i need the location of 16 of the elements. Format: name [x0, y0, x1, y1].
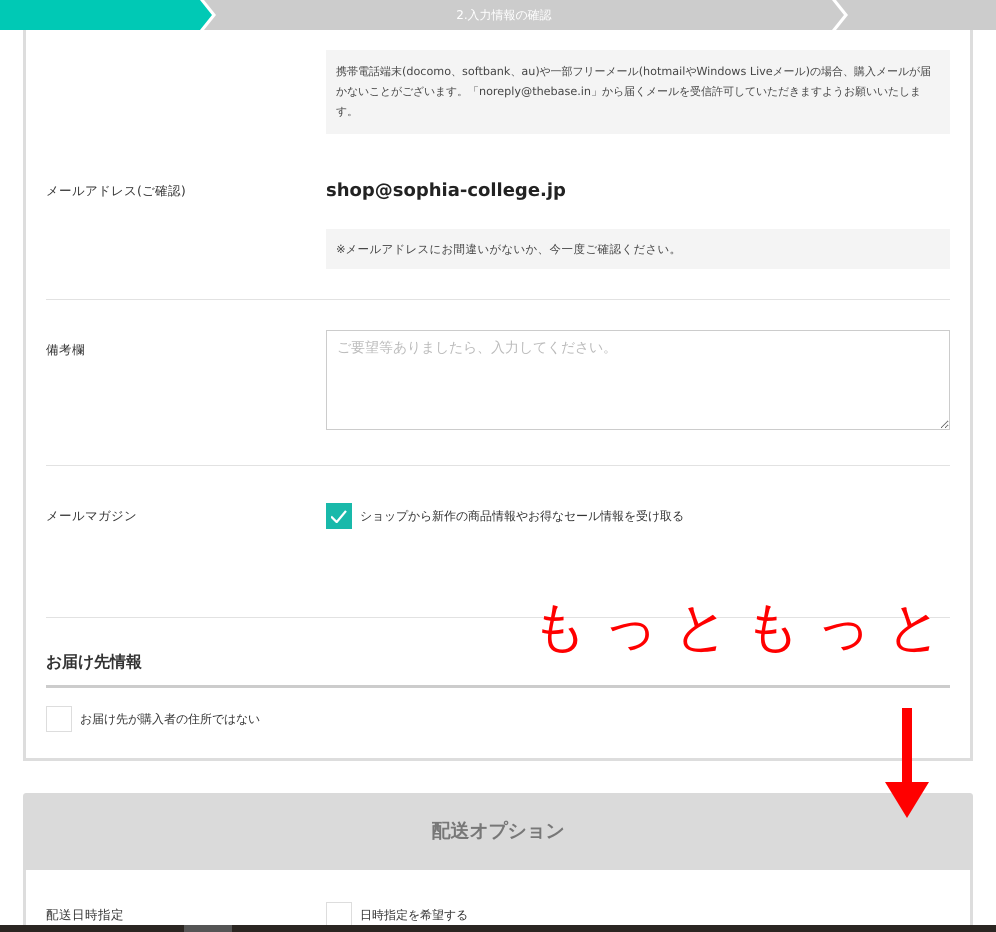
- annotation-text: もっともっと: [532, 594, 958, 660]
- remarks-field[interactable]: ご要望等ありましたら、入力してください。: [326, 330, 950, 430]
- note-text: ※メールアドレスにお間違いがないか、今一度ご確認ください。: [326, 229, 950, 269]
- arrow-icon: [885, 708, 929, 818]
- checkbox-label: お届け先が購入者の住所ではない: [80, 710, 260, 728]
- field-label: メールアドレス(ご確認): [46, 182, 187, 200]
- checkbox-label: ショップから新作の商品情報やお得なセール情報を受け取る: [360, 508, 684, 524]
- email-value: shop@sophia-college.jp: [326, 180, 567, 202]
- section-header: 配送オプション: [23, 793, 973, 870]
- field-label: メールマガジン: [46, 508, 138, 524]
- field-label: 配送日時指定: [46, 906, 125, 924]
- checkbox-label: 日時指定を希望する: [360, 906, 468, 924]
- notice-text: 携帯電話端末(docomo、softbank、au)や一部フリーメール(hotmailやWindows Liveメール)の場合、購入メールが届かないことがございます。「noreply@thebase.in」から届くメールを受信許可していただきますようお願いいたします。: [326, 50, 950, 134]
- field-label: 備考欄: [46, 342, 86, 359]
- checkmark-icon: [331, 510, 347, 522]
- checkbox[interactable]: [326, 503, 352, 529]
